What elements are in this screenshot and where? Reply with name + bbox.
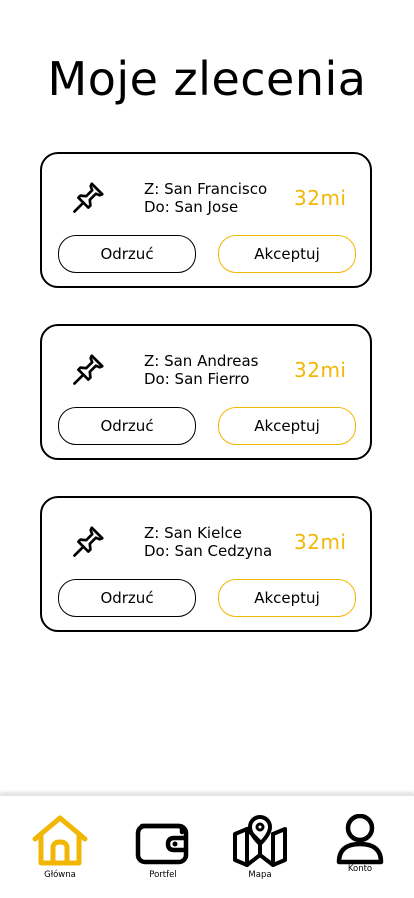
route-addresses: Z: San Andreas Do: San Fierro: [144, 352, 258, 388]
pin-icon: [73, 182, 104, 213]
accept-button[interactable]: Akceptuj: [218, 579, 356, 617]
bottom-nav: Główna Portfel Mapa Konto: [0, 794, 414, 898]
home-icon: [32, 815, 88, 866]
distance-label: 32mi: [294, 186, 347, 210]
nav-item-map[interactable]: Mapa: [220, 814, 300, 894]
nav-label-account: Konto: [347, 864, 373, 874]
pin-icon: [73, 354, 104, 385]
nav-item-wallet[interactable]: Portfel: [123, 814, 203, 894]
to-address: Do: San Jose: [144, 198, 239, 216]
reject-button[interactable]: Odrzuć: [58, 407, 196, 445]
distance-label: 32mi: [294, 530, 347, 554]
reject-button[interactable]: Odrzuć: [58, 579, 196, 617]
map-icon: [233, 815, 287, 867]
nav-item-home[interactable]: Główna: [20, 814, 100, 894]
pin-icon: [73, 526, 104, 557]
route-addresses: Z: San Kielce Do: San Cedzyna: [144, 524, 272, 560]
reject-button[interactable]: Odrzuć: [58, 235, 196, 273]
to-address: Do: San Fierro: [144, 370, 250, 388]
order-card: Z: San Kielce Do: San Cedzyna 32mi Odrzu…: [40, 496, 372, 632]
from-address: Z: San Francisco: [144, 180, 268, 198]
order-card: Z: San Andreas Do: San Fierro 32mi Odrzu…: [40, 324, 372, 460]
page-title: Moje zlecenia: [47, 52, 367, 106]
to-address: Do: San Cedzyna: [144, 542, 273, 560]
user-icon: [336, 814, 384, 865]
nav-label-wallet: Portfel: [149, 870, 177, 880]
from-address: Z: San Andreas: [144, 352, 259, 370]
route-addresses: Z: San Francisco Do: San Jose: [144, 180, 267, 216]
nav-item-account[interactable]: Konto: [320, 814, 400, 894]
accept-button[interactable]: Akceptuj: [218, 407, 356, 445]
from-address: Z: San Kielce: [144, 524, 242, 542]
wallet-icon: [135, 823, 189, 865]
order-card: Z: San Francisco Do: San Jose 32mi Odrzu…: [40, 152, 372, 288]
nav-label-map: Mapa: [248, 870, 272, 880]
nav-label-home: Główna: [44, 870, 76, 880]
accept-button[interactable]: Akceptuj: [218, 235, 356, 273]
distance-label: 32mi: [294, 358, 347, 382]
